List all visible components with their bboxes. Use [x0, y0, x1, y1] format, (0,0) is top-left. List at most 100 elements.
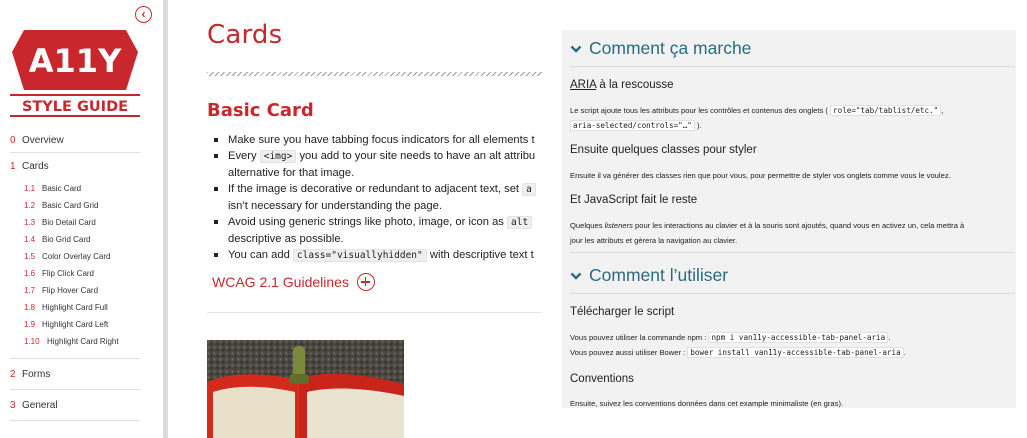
inline-code: role="tab/tablist/etc." — [830, 105, 942, 116]
nav-number: 1.6 — [24, 269, 36, 278]
nav-label: Cards — [22, 161, 49, 172]
nav-item-cards[interactable]: 1 Cards — [10, 153, 140, 180]
nav-label: Highlight Card Left — [42, 320, 109, 329]
aria-link[interactable]: ARIA — [570, 79, 596, 91]
divider — [570, 252, 1015, 253]
inline-code: <img> — [259, 150, 297, 163]
heading-how-it-works[interactable]: Comment ça marche — [570, 38, 751, 59]
chevron-left-icon: ‹ — [141, 7, 146, 21]
list-item-text: isn’t necessary for understanding the pa… — [228, 200, 442, 212]
nav-subitem-bio-detail-card[interactable]: 1.3 Bio Detail Card — [10, 214, 140, 231]
paragraph-install: Vous pouvez utiliser la commande npm : n… — [570, 332, 906, 358]
list-item-text: Avoid using generic strings like photo, … — [228, 216, 504, 228]
subheading-classes: Ensuite quelques classes pour styler — [570, 144, 757, 156]
paragraph-text: Vous pouvez aussi utiliser Bower : — [570, 348, 686, 357]
wcag-guidelines-label: WCAG 2.1 Guidelines — [212, 274, 349, 290]
nav-number: 1.5 — [24, 252, 36, 261]
nav-label: Color Overlay Card — [42, 252, 111, 261]
nav-label: Bio Detail Card — [42, 218, 96, 227]
sidebar-scrollbar[interactable] — [163, 0, 168, 438]
paragraph-text: , — [941, 106, 944, 115]
nav-number: 1.4 — [24, 235, 36, 244]
nav-item-overview[interactable]: 0 Overview — [10, 128, 140, 153]
list-item-text: Make sure you have tabbing focus indicat… — [228, 134, 535, 146]
nav-label: Basic Card Grid — [42, 201, 99, 210]
paragraph-text: ). — [697, 121, 702, 130]
paragraph-text: Quelques — [570, 221, 605, 230]
inline-code: class="visuallyhidden" — [292, 249, 427, 262]
logo-icon: A11Y STYLE GUIDE — [10, 30, 140, 117]
nav-label: Forms — [22, 368, 51, 380]
nav-number: 1.7 — [24, 286, 36, 295]
npm-command-code: npm i van11y-accessible-tab-panel-aria — [708, 332, 889, 343]
nav-item-forms[interactable]: 2 Forms — [10, 359, 140, 390]
paragraph-conventions: Ensuite, suivez les conventions données … — [570, 399, 844, 408]
nav-label: Overview — [22, 134, 64, 146]
nav-subitem-highlight-card-left[interactable]: 1.9 Highlight Card Left — [10, 316, 140, 333]
collapse-sidebar-button[interactable]: ‹ — [135, 6, 152, 23]
nav-label: Basic Card — [42, 184, 82, 193]
nav-item-general[interactable]: 3 General — [10, 390, 140, 421]
list-item-text: Every — [228, 150, 257, 162]
wcag-guidelines-toggle[interactable]: WCAG 2.1 Guidelines — [212, 273, 375, 291]
nav-subitem-highlight-card-right[interactable]: 1.10 Highlight Card Right — [10, 333, 140, 350]
list-item: Avoid using generic strings like photo, … — [212, 214, 542, 247]
subheading-javascript: Et JavaScript fait le reste — [570, 194, 698, 206]
nav-number: 1.10 — [24, 337, 40, 346]
nav-number: 1.2 — [24, 201, 36, 210]
list-item-text: with descriptive text t — [429, 249, 534, 261]
heading-how-to-use[interactable]: Comment l’utiliser — [570, 265, 728, 286]
page-title: Cards — [207, 20, 283, 50]
subheading-aria: ARIA à la rescousse — [570, 79, 674, 91]
list-item-text: You can add — [228, 249, 290, 261]
paragraph-attributes: Le script ajoute tous les attributs pour… — [570, 103, 1010, 133]
nav-label: Highlight Card Right — [47, 337, 119, 346]
section-title: Basic Card — [207, 100, 314, 121]
nav-label: Bio Grid Card — [42, 235, 91, 244]
nav-number: 1.9 — [24, 320, 36, 329]
nav-number: 0 — [10, 134, 16, 146]
nav-subitem-flip-hover-card[interactable]: 1.7 Flip Hover Card — [10, 282, 140, 299]
nav-subitem-bio-grid-card[interactable]: 1.4 Bio Grid Card — [10, 231, 140, 248]
list-item: If the image is decorative or redundant … — [212, 181, 542, 214]
red-pepper-image — [207, 340, 404, 438]
nav-label: Highlight Card Full — [42, 303, 108, 312]
list-item: Make sure you have tabbing focus indicat… — [212, 132, 542, 148]
hatched-divider — [207, 72, 542, 76]
subheading-text: à la rescousse — [596, 79, 674, 91]
chevron-down-icon — [570, 45, 582, 53]
plus-circle-icon — [356, 273, 375, 291]
main-content: Cards Basic Card Make sure you have tabb… — [207, 0, 542, 438]
heading-text: Comment l’utiliser — [589, 265, 729, 285]
nav-subitem-basic-card-grid[interactable]: 1.2 Basic Card Grid — [10, 197, 140, 214]
subheading-download: Télécharger le script — [570, 306, 675, 318]
nav-number: 1.8 — [24, 303, 36, 312]
nav-subitem-basic-card[interactable]: 1.1 Basic Card — [10, 180, 140, 197]
nav-label: Flip Click Card — [42, 269, 95, 278]
paragraph-text: jour les attributs et gèrera la navigati… — [570, 236, 738, 245]
list-item: Every <img> you add to your site needs t… — [212, 148, 542, 181]
nav-section-cards: 1 Cards 1.1 Basic Card 1.2 Basic Card Grid… — [10, 153, 140, 359]
subheading-conventions: Conventions — [570, 373, 634, 385]
divider — [207, 312, 542, 313]
nav-subitem-flip-click-card[interactable]: 1.6 Flip Click Card — [10, 265, 140, 282]
inline-code: a — [522, 183, 536, 196]
nav-number: 1.3 — [24, 218, 36, 227]
svg-text:A11Y: A11Y — [29, 42, 122, 80]
a11y-style-guide-logo[interactable]: A11Y STYLE GUIDE — [10, 28, 140, 118]
list-item-text: If the image is decorative or redundant … — [228, 183, 520, 195]
nav-number: 1 — [10, 161, 16, 172]
list-item: You can add class="visuallyhidden" with … — [212, 247, 542, 264]
panel-edge — [1016, 30, 1027, 408]
nav-label: Flip Hover Card — [42, 286, 99, 295]
paragraph-emphasis: listeners — [604, 221, 633, 230]
paragraph-text: pour les interactions au clavier et à la… — [632, 221, 965, 230]
heading-text: Comment ça marche — [589, 38, 752, 58]
list-item-text: you add to your site needs to have an al… — [299, 150, 536, 162]
nav-subitem-highlight-card-full[interactable]: 1.8 Highlight Card Full — [10, 299, 140, 316]
nav-subitem-color-overlay-card[interactable]: 1.5 Color Overlay Card — [10, 248, 140, 265]
list-item-text: descriptive as possible. — [228, 233, 344, 245]
svg-text:STYLE GUIDE: STYLE GUIDE — [22, 99, 128, 115]
divider — [570, 66, 1015, 67]
paragraph-text: Le script ajoute tous les attributs pour… — [570, 106, 828, 115]
